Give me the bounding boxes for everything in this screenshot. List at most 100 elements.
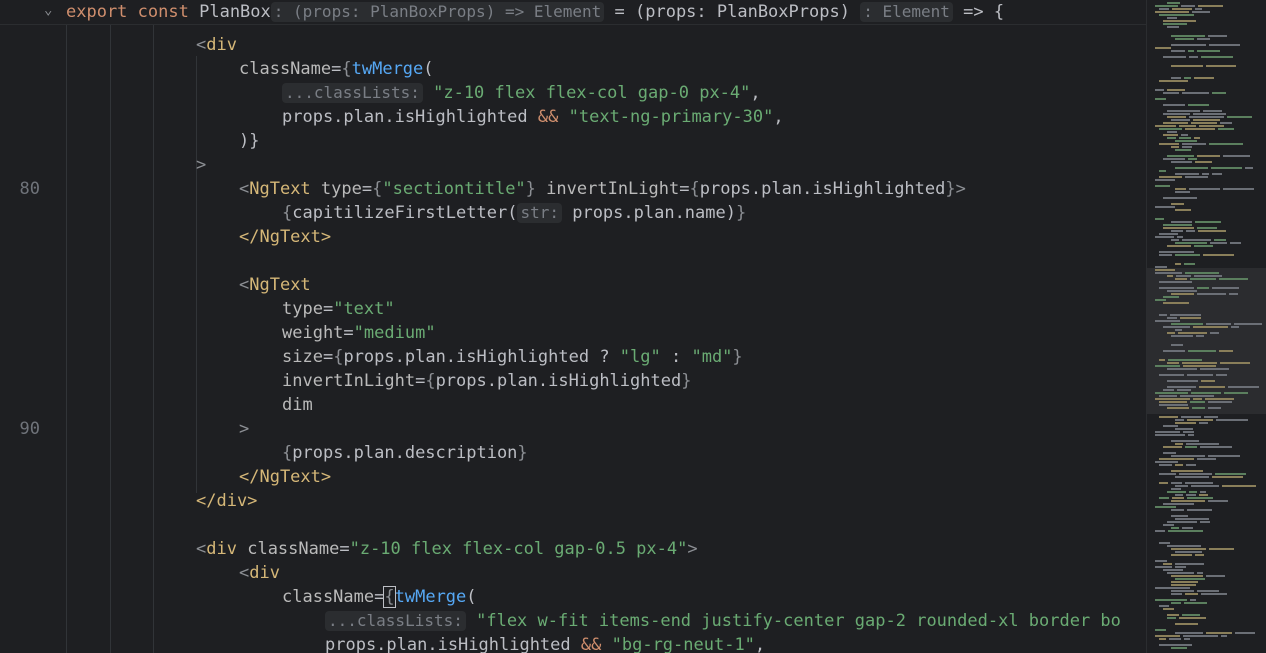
minimap-line	[1203, 110, 1222, 112]
minimap-line	[1179, 617, 1206, 619]
code-token: &&	[537, 107, 559, 127]
inlay-param-hint: ...classLists:	[282, 83, 423, 103]
minimap-line	[1200, 491, 1206, 493]
minimap-line	[1198, 230, 1226, 232]
minimap-line	[1211, 167, 1242, 169]
minimap-line	[1224, 392, 1248, 394]
code-token: ,	[754, 635, 766, 653]
minimap-line	[1197, 227, 1217, 229]
code-token: "flex w-fit items-end justify-center gap…	[476, 611, 1121, 631]
minimap-line	[1195, 161, 1212, 163]
code-token: (	[507, 203, 518, 223]
code-token: className={twMerge(	[282, 585, 477, 609]
minimap-line	[1191, 122, 1217, 124]
minimap-line	[1171, 335, 1193, 337]
minimap-line	[1168, 359, 1202, 361]
minimap-line	[1163, 224, 1192, 226]
minimap-line	[1187, 509, 1212, 511]
minimap-line	[1208, 455, 1240, 457]
minimap-line	[1185, 446, 1197, 448]
minimap-line	[1189, 116, 1224, 118]
minimap-line	[1182, 527, 1193, 529]
minimap-line	[1163, 425, 1178, 427]
minimap-line	[1175, 140, 1197, 142]
code-token: props.plan.isHighlighted	[325, 635, 571, 653]
code-token: {	[372, 179, 383, 199]
code-token: =	[679, 179, 690, 199]
minimap-line	[1214, 239, 1226, 241]
minimap-line	[1197, 38, 1210, 40]
minimap-line	[1175, 242, 1207, 244]
minimap-line	[1155, 629, 1166, 631]
minimap-line	[1177, 236, 1183, 238]
minimap-line	[1202, 173, 1209, 175]
code-line: </NgText>	[0, 225, 1146, 249]
minimap-line	[1159, 314, 1167, 316]
minimap-line	[1167, 155, 1194, 157]
chevron-down-icon[interactable]: ⌄	[44, 2, 52, 18]
code-editor[interactable]: ⌄ export const PlanBox: (props: PlanBoxP…	[0, 0, 1146, 653]
minimap-line	[1212, 476, 1243, 478]
code-minimap[interactable]	[1146, 0, 1266, 653]
minimap-line	[1182, 239, 1211, 241]
minimap-line	[1163, 350, 1185, 352]
inlay-param-hint: ...classLists:	[325, 611, 466, 631]
code-token: =	[339, 539, 350, 559]
code-token: size	[282, 347, 323, 367]
code-token: invertInLight	[282, 371, 416, 391]
code-token: className={twMerge(	[239, 57, 434, 81]
code-token: props.plan.isHighlighted ?	[343, 347, 620, 367]
minimap-line	[1185, 272, 1219, 274]
minimap-line	[1175, 566, 1186, 568]
minimap-line	[1187, 419, 1213, 421]
minimap-line	[1167, 245, 1191, 247]
minimap-line	[1171, 50, 1185, 52]
minimap-line	[1188, 350, 1216, 352]
minimap-line	[1167, 116, 1186, 118]
code-token: NgText	[249, 275, 311, 295]
minimap-line	[1231, 326, 1239, 328]
minimap-line	[1208, 401, 1232, 403]
minimap-line	[1155, 125, 1176, 127]
minimap-line	[1159, 542, 1170, 544]
code-token: "bg-rg-neut-1"	[611, 635, 755, 653]
minimap-line	[1185, 176, 1208, 178]
minimap-line	[1167, 491, 1186, 493]
minimap-line	[1167, 614, 1179, 616]
minimap-line	[1155, 272, 1182, 274]
minimap-line	[1200, 446, 1232, 448]
minimap-line	[1159, 395, 1177, 397]
minimap-line	[1169, 638, 1181, 640]
minimap-line	[1171, 344, 1183, 346]
minimap-line	[1159, 458, 1194, 460]
minimap-line	[1155, 206, 1175, 208]
minimap-line	[1171, 482, 1182, 484]
minimap-line	[1182, 614, 1200, 616]
minimap-line	[1182, 362, 1217, 364]
minimap-line	[1216, 374, 1227, 376]
code-token: type	[320, 179, 362, 199]
minimap-line	[1155, 218, 1164, 220]
code-token: >	[687, 539, 698, 559]
minimap-line	[1184, 602, 1207, 604]
code-line: >	[0, 417, 1146, 441]
minimap-line	[1171, 77, 1181, 79]
minimap-line	[1167, 137, 1176, 139]
minimap-line	[1171, 440, 1199, 442]
minimap-line	[1186, 494, 1196, 496]
minimap-line	[1182, 92, 1209, 94]
minimap-line	[1159, 143, 1179, 145]
minimap-line	[1171, 203, 1184, 205]
sticky-scope-header[interactable]: ⌄ export const PlanBox: (props: PlanBoxP…	[0, 0, 1146, 25]
minimap-line	[1167, 26, 1179, 28]
minimap-line	[1171, 602, 1181, 604]
minimap-line	[1159, 404, 1188, 406]
code-token: props.plan.isHighlighted && "bg-rg-neut-…	[325, 633, 765, 653]
minimap-line	[1167, 2, 1180, 4]
code-token: <	[196, 35, 207, 55]
code-token: "md"	[691, 347, 733, 367]
minimap-line	[1212, 92, 1226, 94]
code-token: {	[282, 203, 293, 223]
minimap-line	[1175, 209, 1191, 211]
code-token: "text-ng-primary-30"	[568, 107, 774, 127]
